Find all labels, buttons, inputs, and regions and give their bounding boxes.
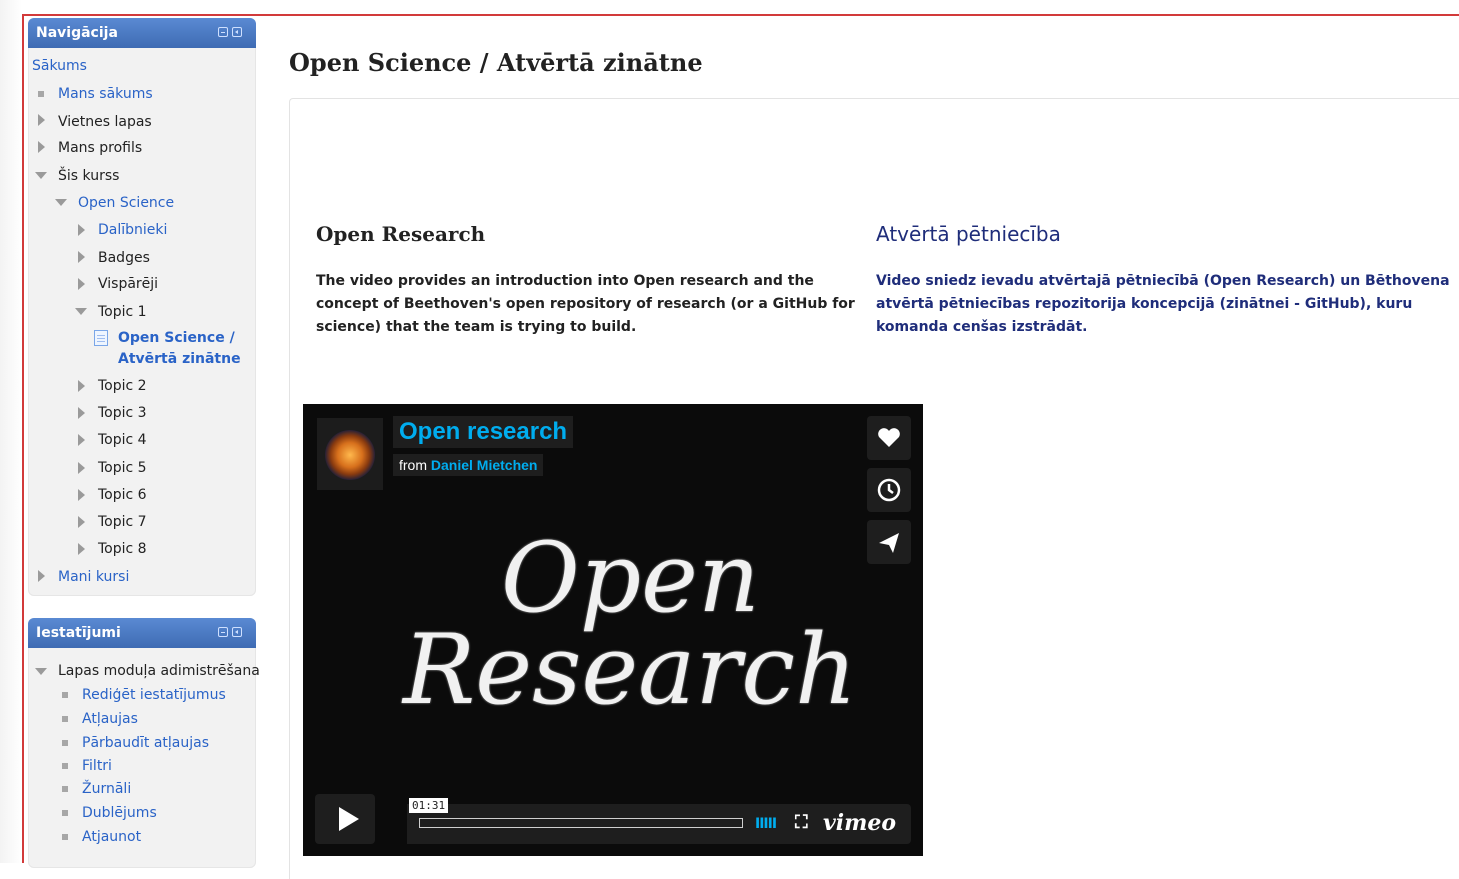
nav-item-topic-1[interactable]: Topic 1 bbox=[98, 304, 147, 320]
fullscreen-icon[interactable]: ⛶ bbox=[795, 812, 808, 833]
bullet-icon bbox=[62, 716, 68, 722]
dock-block-icon[interactable] bbox=[232, 627, 242, 637]
expand-arrow-icon[interactable] bbox=[38, 570, 45, 582]
collapse-block-icon[interactable] bbox=[218, 27, 228, 37]
en-description: The video provides an introduction into … bbox=[316, 273, 855, 335]
video-player[interactable]: Open research from Daniel Mietchen Open … bbox=[303, 404, 923, 856]
expand-arrow-icon[interactable] bbox=[78, 224, 85, 236]
nav-item-my-home[interactable]: Mans sākums bbox=[58, 86, 153, 102]
settings-module-admin[interactable]: Lapas moduļa adimistrēšana bbox=[58, 663, 260, 679]
settings-block-title: Iestatījumi bbox=[36, 625, 121, 641]
expand-arrow-icon[interactable] bbox=[38, 114, 45, 126]
author-avatar[interactable] bbox=[317, 418, 383, 490]
page-title: Open Science / Atvērtā zinātne bbox=[289, 48, 703, 77]
nav-item-general[interactable]: Vispārēji bbox=[98, 276, 158, 292]
expand-arrow-icon[interactable] bbox=[78, 543, 85, 555]
bullet-icon bbox=[62, 740, 68, 746]
block-controls bbox=[218, 627, 242, 637]
expand-arrow-icon[interactable] bbox=[78, 516, 85, 528]
settings-item[interactable]: Žurnāli bbox=[82, 781, 131, 797]
avatar-image bbox=[325, 430, 375, 480]
expand-arrow-icon[interactable] bbox=[38, 141, 45, 153]
block-controls bbox=[218, 27, 242, 37]
progress-bar[interactable] bbox=[419, 818, 743, 828]
settings-item[interactable]: Dublējums bbox=[82, 805, 157, 821]
nav-item-participants[interactable]: Dalībnieki bbox=[98, 222, 167, 238]
byline-from: from bbox=[399, 457, 427, 473]
bullet-icon bbox=[62, 692, 68, 698]
nav-item-home[interactable]: Sākums bbox=[32, 58, 87, 74]
nav-item-topic-7[interactable]: Topic 7 bbox=[98, 514, 147, 530]
clock-icon bbox=[877, 478, 901, 502]
bullet-icon bbox=[62, 763, 68, 769]
heart-icon bbox=[878, 428, 900, 447]
nav-item-topic-8[interactable]: Topic 8 bbox=[98, 541, 147, 557]
send-icon bbox=[879, 533, 899, 553]
nav-item-topic-5[interactable]: Topic 5 bbox=[98, 460, 147, 476]
volume-icon[interactable]: IIIII bbox=[755, 816, 777, 832]
expand-arrow-icon[interactable] bbox=[78, 489, 85, 501]
video-frame-text-line2: Research bbox=[403, 614, 857, 726]
video-author-link[interactable]: Daniel Mietchen bbox=[431, 457, 538, 473]
expand-arrow-icon[interactable] bbox=[78, 407, 85, 419]
settings-item[interactable]: Atļaujas bbox=[82, 711, 138, 727]
settings-block-header: Iestatījumi bbox=[28, 618, 256, 648]
settings-item[interactable]: Filtri bbox=[82, 758, 112, 774]
expand-arrow-icon[interactable] bbox=[78, 278, 85, 290]
nav-item-badges[interactable]: Badges bbox=[98, 250, 150, 266]
settings-item[interactable]: Atjaunot bbox=[82, 829, 141, 845]
nav-item-my-profile[interactable]: Mans profils bbox=[58, 140, 142, 156]
lv-description: Video sniedz ievadu atvērtajā pētniecībā… bbox=[876, 273, 1450, 335]
collapse-block-icon[interactable] bbox=[218, 627, 228, 637]
en-heading: Open Research bbox=[316, 222, 486, 246]
nav-item-topic-4[interactable]: Topic 4 bbox=[98, 432, 147, 448]
expand-arrow-icon[interactable] bbox=[78, 251, 85, 263]
dock-block-icon[interactable] bbox=[232, 27, 242, 37]
nav-item-current-page-line2[interactable]: Atvērtā zinātne bbox=[118, 351, 241, 367]
page-icon bbox=[94, 330, 108, 346]
navigation-block-header: Navigācija bbox=[28, 18, 256, 48]
like-button[interactable] bbox=[867, 416, 911, 460]
collapse-arrow-icon[interactable] bbox=[35, 172, 47, 179]
settings-item[interactable]: Rediģēt iestatījumus bbox=[82, 687, 226, 703]
app-window: Navigācija Sākums Mans sākums Vietnes la… bbox=[0, 0, 1459, 879]
nav-item-site-pages[interactable]: Vietnes lapas bbox=[58, 114, 152, 130]
vimeo-logo[interactable]: vimeo bbox=[823, 810, 896, 836]
navigation-block-title: Navigācija bbox=[36, 25, 118, 41]
bullet-icon bbox=[62, 834, 68, 840]
expand-arrow-icon[interactable] bbox=[78, 380, 85, 392]
bullet-icon bbox=[38, 91, 44, 97]
nav-item-topic-2[interactable]: Topic 2 bbox=[98, 378, 147, 394]
navigation-block: Navigācija Sākums Mans sākums Vietnes la… bbox=[28, 18, 256, 596]
collapse-arrow-icon[interactable] bbox=[35, 668, 47, 675]
nav-item-topic-3[interactable]: Topic 3 bbox=[98, 405, 147, 421]
play-button[interactable] bbox=[315, 794, 375, 844]
collapse-arrow-icon[interactable] bbox=[55, 199, 67, 206]
settings-block: Iestatījumi Lapas moduļa adimistrēšana R… bbox=[28, 618, 260, 868]
expand-arrow-icon[interactable] bbox=[78, 434, 85, 446]
video-controls: 01:31 IIIII ⛶ vimeo bbox=[315, 794, 911, 844]
left-gutter bbox=[0, 0, 22, 863]
bullet-icon bbox=[62, 786, 68, 792]
bullet-icon bbox=[62, 810, 68, 816]
time-tooltip: 01:31 bbox=[409, 798, 449, 813]
collapse-arrow-icon[interactable] bbox=[75, 308, 87, 315]
share-button[interactable] bbox=[867, 520, 911, 564]
expand-arrow-icon[interactable] bbox=[78, 462, 85, 474]
nav-item-this-course[interactable]: Šis kurss bbox=[58, 168, 119, 184]
settings-item[interactable]: Pārbaudīt atļaujas bbox=[82, 735, 209, 751]
video-title[interactable]: Open research bbox=[393, 416, 574, 448]
nav-item-open-science[interactable]: Open Science bbox=[78, 195, 174, 211]
nav-item-my-courses[interactable]: Mani kursi bbox=[58, 569, 129, 585]
nav-item-topic-6[interactable]: Topic 6 bbox=[98, 487, 147, 503]
video-byline: from Daniel Mietchen bbox=[393, 454, 544, 476]
lv-heading: Atvērtā pētniecība bbox=[876, 222, 1061, 246]
watch-later-button[interactable] bbox=[867, 468, 911, 512]
nav-item-current-page-line1[interactable]: Open Science / bbox=[118, 330, 235, 346]
